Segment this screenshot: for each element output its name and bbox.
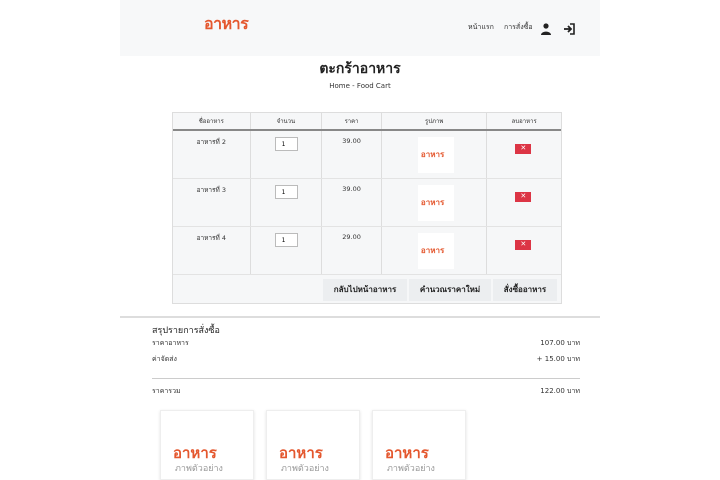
sign-in-icon[interactable]: [563, 20, 575, 35]
food-thumbnail: อาหาร: [417, 185, 454, 221]
card-sample-text: ภาพตัวอย่าง: [175, 464, 223, 474]
back-to-food-button[interactable]: กลับไปหน้าอาหาร: [323, 279, 407, 301]
summary-shipping-row: ค่าจัดส่ง + 15.00 บาท: [152, 354, 580, 365]
food-name: อาหารที่ 4: [196, 234, 227, 242]
summary-shipping-value: + 15.00 บาท: [536, 355, 580, 363]
table-row: อาหารที่ 3 39.00 อาหาร ✕: [173, 179, 561, 227]
summary-title: สรุปรายการสั่งซื้อ: [152, 326, 220, 336]
page: อาหาร หน้าแรก การสั่งซื้อ ตะกร้าอาหาร Ho…: [120, 0, 600, 480]
summary-food-row: ราคาอาหาร 107.00 บาท: [152, 338, 580, 349]
thumbnail-logo-text: อาหาร: [420, 150, 445, 159]
user-icon[interactable]: [541, 20, 551, 35]
summary-total-label: ราคารวม: [152, 387, 181, 395]
summary-divider: [152, 378, 580, 379]
food-name: อาหารที่ 3: [196, 186, 227, 194]
column-header-qty: จำนวน: [251, 113, 323, 129]
column-header-price: ราคา: [322, 113, 382, 129]
place-order-button[interactable]: สั่งซื้ออาหาร: [493, 279, 557, 301]
delete-item-button[interactable]: ✕: [515, 240, 532, 250]
logo-text: อาหาร: [204, 14, 249, 33]
recalculate-button[interactable]: คำนวณราคาใหม่: [409, 279, 491, 301]
table-row: อาหารที่ 2 39.00 อาหาร ✕: [173, 131, 561, 179]
food-price: 39.00: [342, 137, 361, 145]
food-thumbnail: อาหาร: [417, 233, 454, 269]
summary-food-label: ราคาอาหาร: [152, 339, 189, 347]
food-price: 39.00: [342, 185, 361, 193]
column-header-image: รูปภาพ: [382, 113, 488, 129]
quantity-input[interactable]: [274, 185, 298, 199]
section-divider: [120, 316, 600, 318]
summary-shipping-label: ค่าจัดส่ง: [152, 355, 177, 363]
summary-total-value: 122.00 บาท: [540, 387, 580, 395]
summary-total-row: ราคารวม 122.00 บาท: [152, 386, 580, 397]
food-card[interactable]: อาหาร ภาพตัวอย่าง: [266, 410, 360, 480]
delete-item-button[interactable]: ✕: [515, 144, 532, 154]
cart-actions: กลับไปหน้าอาหาร คำนวณราคาใหม่ สั่งซื้ออา…: [173, 275, 561, 303]
food-card[interactable]: อาหาร ภาพตัวอย่าง: [372, 410, 466, 480]
quantity-input[interactable]: [274, 233, 298, 247]
delete-item-button[interactable]: ✕: [515, 192, 532, 202]
nav-orders-link[interactable]: การสั่งซื้อ: [504, 22, 533, 33]
column-header-name: ชื่ออาหาร: [173, 113, 251, 129]
card-sample-text: ภาพตัวอย่าง: [387, 464, 435, 474]
nav-home-link[interactable]: หน้าแรก: [468, 22, 494, 33]
top-navbar: อาหาร หน้าแรก การสั่งซื้อ: [120, 0, 600, 56]
column-header-delete: ลบอาหาร: [511, 118, 537, 125]
cart-table: ชื่ออาหาร จำนวน ราคา รูปภาพ ลบอาหาร อาหา…: [172, 112, 562, 304]
breadcrumb: Home - Food Cart: [329, 82, 391, 90]
brand-logo[interactable]: อาหาร: [204, 8, 262, 36]
thumbnail-logo-text: อาหาร: [420, 246, 445, 255]
page-title: ตะกร้าอาหาร: [319, 61, 401, 77]
summary-food-value: 107.00 บาท: [540, 339, 580, 347]
food-price: 29.00: [342, 233, 361, 241]
food-card[interactable]: อาหาร ภาพตัวอย่าง: [160, 410, 254, 480]
food-name: อาหารที่ 2: [196, 138, 227, 146]
table-row: อาหารที่ 4 29.00 อาหาร ✕: [173, 227, 561, 275]
quantity-input[interactable]: [274, 137, 298, 151]
thumbnail-logo-text: อาหาร: [420, 198, 445, 207]
card-sample-text: ภาพตัวอย่าง: [281, 464, 329, 474]
food-thumbnail: อาหาร: [417, 137, 454, 173]
table-header: ชื่ออาหาร จำนวน ราคา รูปภาพ ลบอาหาร: [173, 113, 561, 131]
